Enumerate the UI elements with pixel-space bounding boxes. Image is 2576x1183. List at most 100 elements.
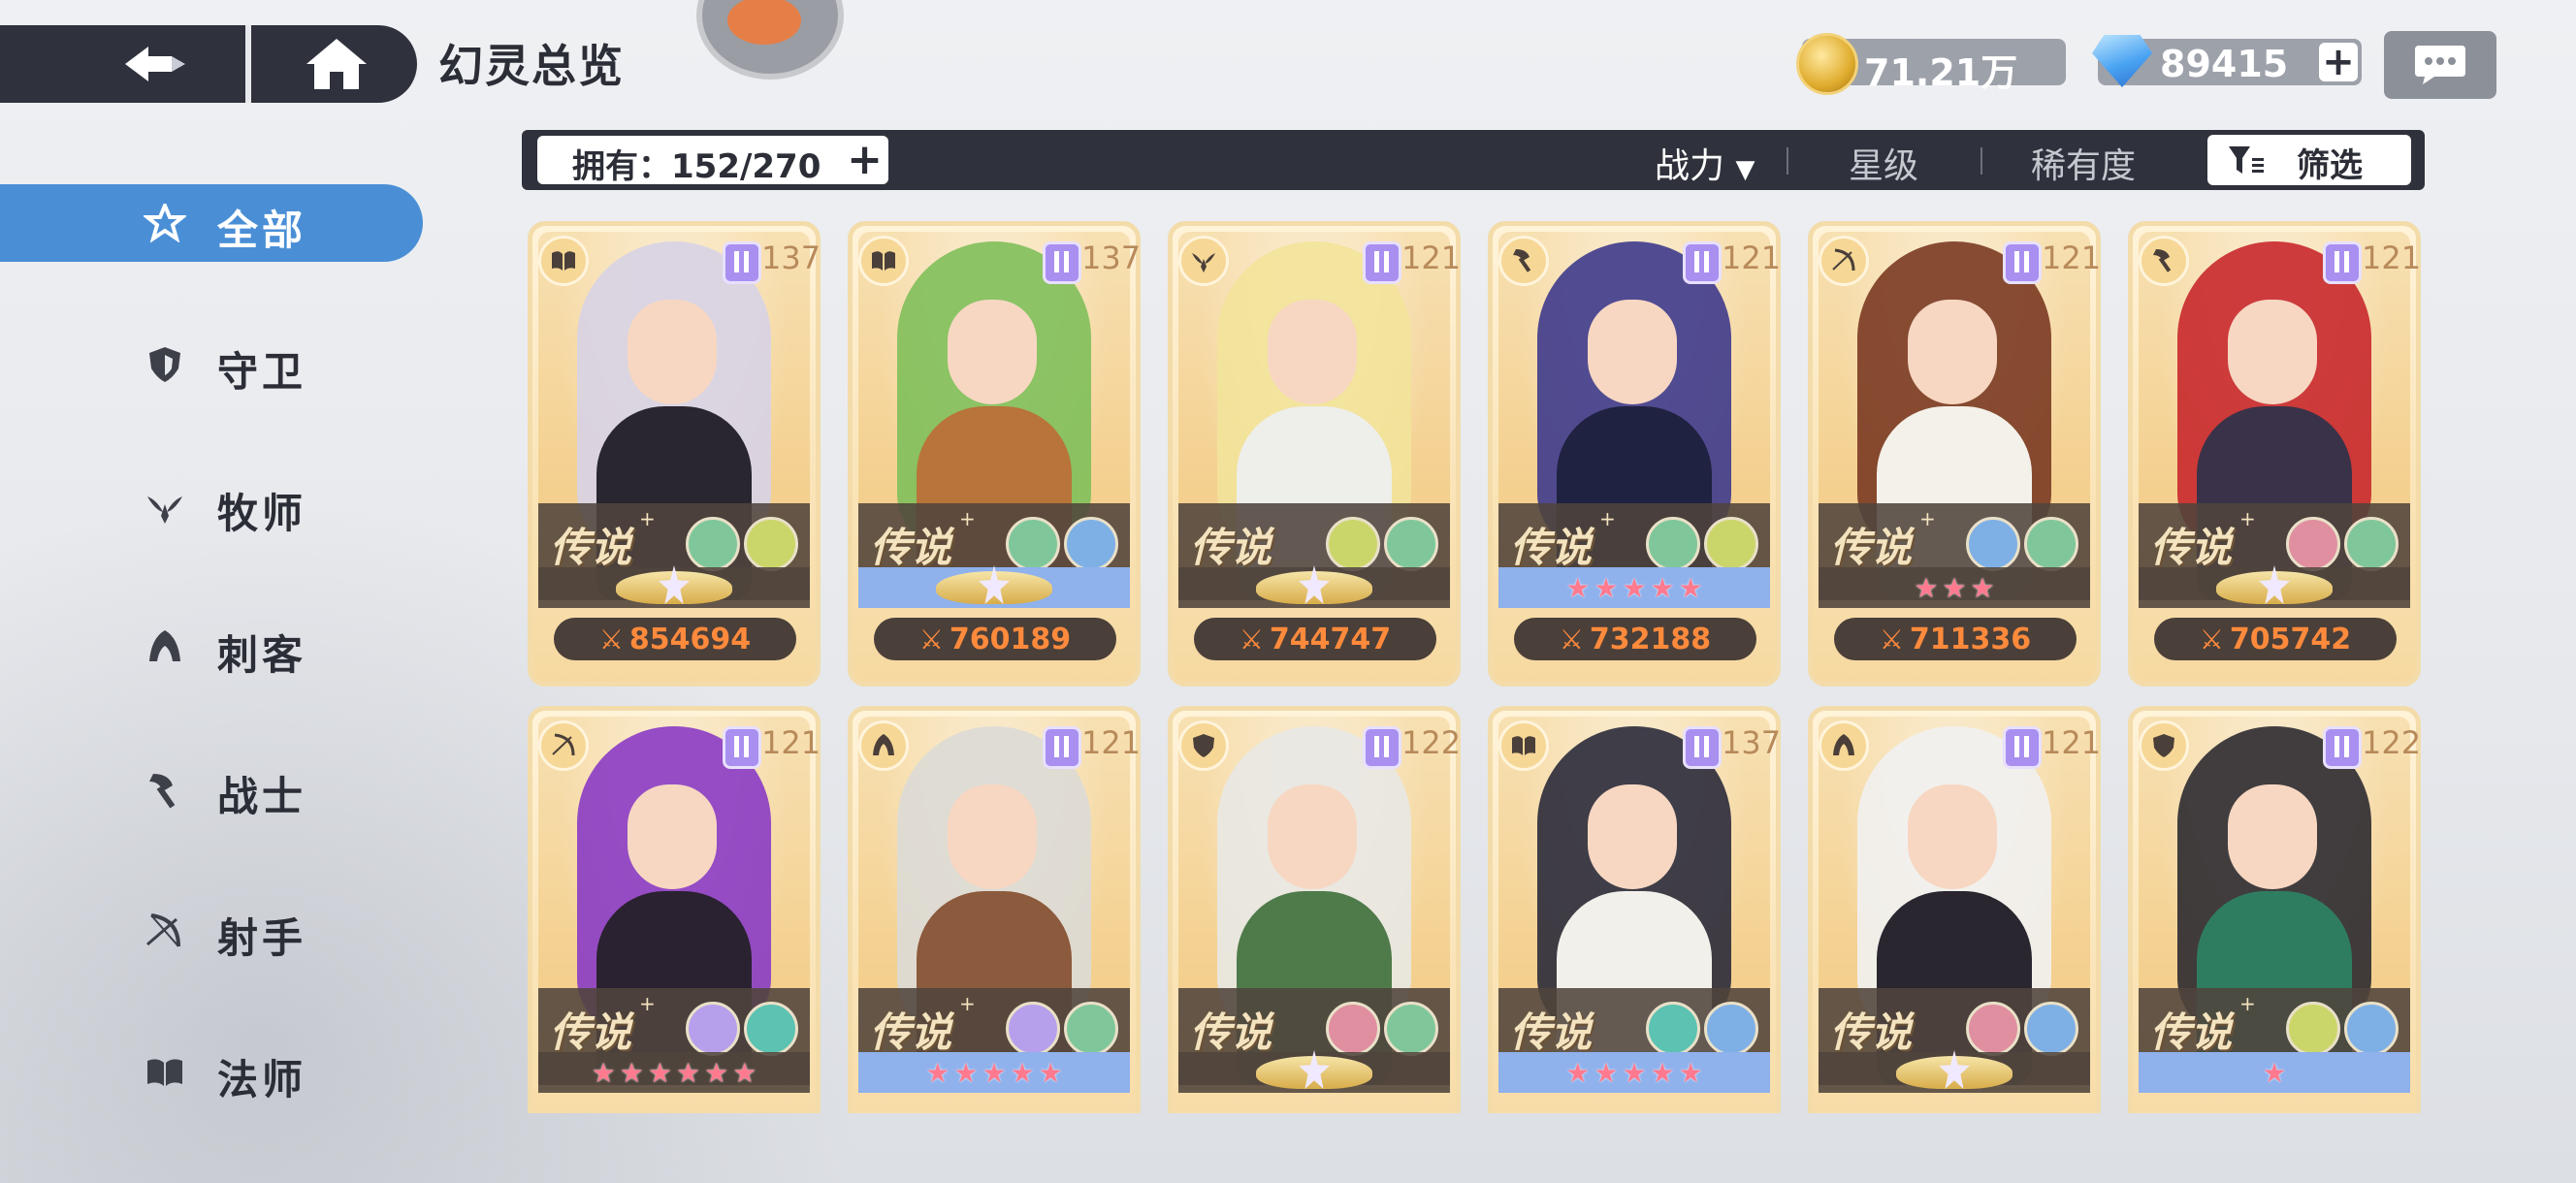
power-value: 705742 [2229,622,2352,656]
back-arrow-icon [125,47,185,81]
hero-level: 121 [761,724,821,761]
rarity-plus: + [959,507,976,530]
gem-icon [2092,35,2152,87]
star-icon: ★ [1038,1056,1063,1089]
power-value: 854694 [628,622,752,656]
rarity-label: 传说 [2150,1008,2233,1056]
role-badge [2139,236,2189,286]
portrait-face [1588,784,1677,889]
role-badge [1498,720,1549,771]
portrait-face [2228,784,2317,889]
star-hex-icon [144,204,186,242]
combat-power: ⚔ 732188 [1514,618,1756,660]
role-badge [1819,720,1869,771]
rarity-plus: + [1919,507,1936,530]
hero-card[interactable]: 137 传说 + ⚔ 760189 [848,221,1141,687]
filter-button[interactable]: 筛选 [2207,135,2411,185]
sidebar-item-archer[interactable]: 射手 [0,892,423,970]
rarity-plus: + [1599,507,1616,530]
gold-currency: 71.21万 [1796,33,2066,95]
element-icon [1646,517,1700,571]
owned-count: 拥有：152/270 [572,147,821,186]
tier-badge-icon [2323,726,2362,769]
rarity-label: 传说 [1190,524,1272,571]
book-icon [872,251,895,271]
crossed-swords-icon: ⚔ [1239,623,1264,655]
wing-icon [147,496,182,524]
rank-crest-icon [936,571,1052,604]
sort-power-button[interactable]: 战力 ▼ [1655,138,1755,188]
top-nav-bar [0,25,417,103]
sidebar-item-assassin[interactable]: 刺客 [0,609,423,687]
sidebar-item-mage[interactable]: 法师 [0,1034,423,1111]
star-rank-row [1819,1052,2090,1093]
sidebar-item-label: 战士 [217,773,307,820]
back-button[interactable] [87,25,223,103]
sidebar-item-all[interactable]: 全部 [0,184,423,262]
combat-power: ⚔ 744747 [1194,618,1436,660]
rank-crest-icon [616,571,732,604]
hero-card[interactable]: 121 传说 + ⚔ 705742 [2128,221,2421,687]
bow-icon [552,733,575,756]
portrait-face [628,784,717,889]
book-icon [147,1059,182,1086]
gold-coin-icon [1796,33,1858,95]
star-icon: ★ [1010,1056,1035,1089]
role-badge [1498,236,1549,286]
filter-label: 筛选 [2297,146,2363,185]
hero-card[interactable]: 121 传说 + ★ ★ ★ ★ ★ ★ [528,706,821,1113]
home-icon [306,39,367,89]
hero-card[interactable]: 137 传说 ★ ★ ★ ★ ★ [1488,706,1781,1113]
element-icon [1384,1002,1438,1056]
star-icon: ★ [591,1056,616,1089]
wing-icon [1192,253,1215,272]
chat-button[interactable] [2384,31,2496,99]
hero-level: 121 [1081,724,1142,761]
axe-icon [2153,249,2172,272]
element-icon [1064,1002,1118,1056]
add-gems-button[interactable]: + [2319,40,2358,84]
expand-plus-icon[interactable]: + [847,139,883,181]
hero-card[interactable]: 122 传说 [1168,706,1461,1113]
sidebar-item-warrior[interactable]: 战士 [0,751,423,828]
sidebar-item-label: 牧师 [217,490,307,537]
portrait-face [1268,300,1357,404]
sort-separator [1980,147,1982,175]
star-rank-row: ★ ★ ★ [1819,567,2090,608]
hero-level: 121 [2042,240,2102,276]
star-icon: ★ [1650,571,1675,604]
sidebar-item-priest[interactable]: 牧师 [0,467,423,545]
element-icon [2344,517,2399,571]
page-title: 幻灵总览 [438,40,625,92]
hero-card[interactable]: 121 传说 + ★ ★ ★ ★ ★ ⚔ 732188 [1488,221,1781,687]
star-rank-row [1178,567,1450,608]
sidebar-item-guard[interactable]: 守卫 [0,326,423,403]
star-icon: ★ [704,1056,729,1089]
power-value: 760189 [949,622,1072,656]
hero-card[interactable]: 121 传说 ⚔ 744747 [1168,221,1461,687]
rarity-label: 传说 [1510,524,1593,571]
hero-card[interactable]: 121 传说 + ★ ★ ★ ⚔ 711336 [1808,221,2101,687]
star-icon: ★ [732,1056,757,1089]
star-rank-row: ★ ★ ★ ★ ★ [858,1052,1130,1093]
star-icon: ★ [953,1056,979,1089]
tier-badge-icon [1683,241,1722,284]
event-badge-icon[interactable] [696,0,844,80]
rarity-plus: + [2239,992,2256,1015]
hood-icon [873,734,894,755]
tier-badge-icon [2003,726,2042,769]
rank-crest-icon [1256,1056,1372,1089]
hero-level: 137 [1722,724,1782,761]
sidebar-item-label: 刺客 [217,631,307,679]
hero-card[interactable]: 122 传说 + ★ [2128,706,2421,1113]
hero-card[interactable]: 137 传说 + ⚔ 854694 [528,221,821,687]
element-icon [1384,517,1438,571]
hero-card[interactable]: 121 传说 + ★ ★ ★ ★ ★ [848,706,1141,1113]
star-rank-row: ★ ★ ★ ★ ★ ★ [538,1052,810,1093]
sort-rarity-button[interactable]: 稀有度 [2031,138,2136,188]
star-rank-row [2139,567,2410,608]
home-button[interactable] [254,25,419,103]
chat-bubble-icon [2415,46,2465,84]
hero-card[interactable]: 121 传说 [1808,706,2101,1113]
sort-star-button[interactable]: 星级 [1849,138,1918,188]
